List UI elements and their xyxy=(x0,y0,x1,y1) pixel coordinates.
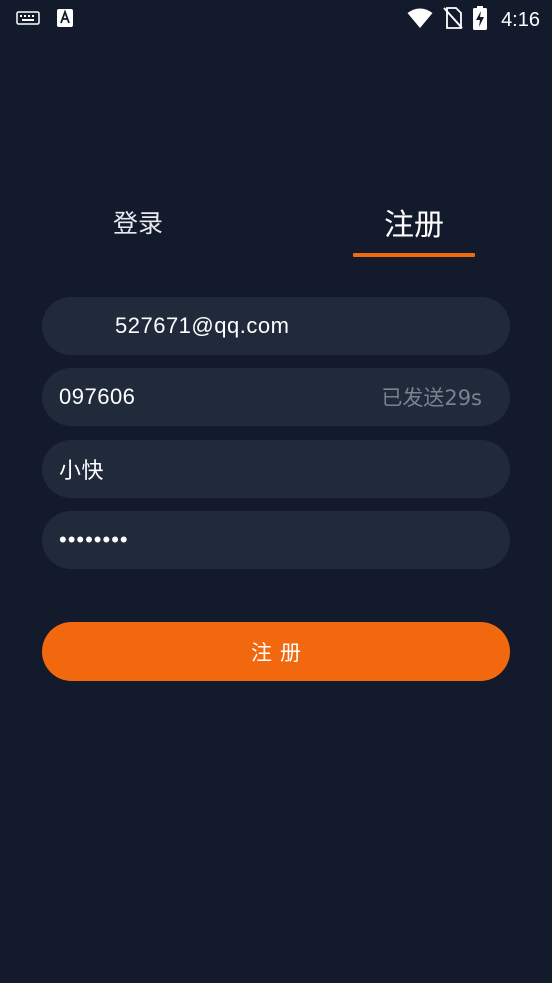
tab-register-label: 注册 xyxy=(384,208,444,243)
active-tab-indicator xyxy=(353,253,475,257)
status-left xyxy=(16,8,74,32)
password-field xyxy=(42,511,510,569)
wifi-icon xyxy=(407,7,433,33)
verification-code-field: 已发送29s xyxy=(42,368,510,426)
battery-charging-icon xyxy=(473,6,488,34)
code-sent-countdown[interactable]: 已发送29s xyxy=(381,382,482,412)
nickname-input[interactable] xyxy=(59,440,510,498)
nickname-field xyxy=(42,440,510,498)
status-right: 4:16 xyxy=(407,6,540,34)
status-bar: 4:16 xyxy=(0,0,552,38)
status-time: 4:16 xyxy=(501,8,540,31)
tab-login[interactable]: 登录 xyxy=(80,196,196,264)
tab-login-label: 登录 xyxy=(112,209,163,238)
password-input[interactable] xyxy=(59,511,510,569)
auth-tabs: 登录 注册 xyxy=(0,196,552,260)
email-input[interactable] xyxy=(115,297,510,355)
verification-code-input[interactable] xyxy=(59,368,382,426)
a-text-icon xyxy=(56,8,74,32)
email-field xyxy=(42,297,510,355)
tab-register[interactable]: 注册 xyxy=(353,196,475,260)
register-button[interactable]: 注册 xyxy=(42,622,510,681)
no-sim-icon xyxy=(443,6,463,34)
keyboard-icon xyxy=(16,9,40,31)
